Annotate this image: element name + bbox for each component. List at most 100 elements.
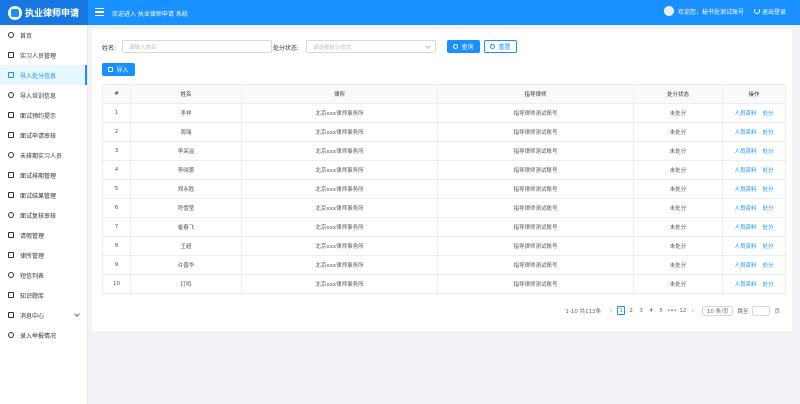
cell-firm: 北京xxx律师事务所	[241, 198, 438, 218]
sidebar-item[interactable]: 面试排期管理	[0, 165, 87, 185]
sidebar-item[interactable]: 律所管理	[0, 245, 87, 265]
cell-no: 8	[102, 236, 131, 256]
cell-name: 李晓蕾	[130, 160, 242, 180]
sidebar-item[interactable]: 面试预约提示	[0, 105, 87, 125]
reset-button-label: 重置	[498, 44, 511, 51]
sidebar-item[interactable]: 导入培训信息	[0, 85, 87, 105]
sidebar-item[interactable]: 导入处分信息	[0, 65, 87, 85]
sidebar-item[interactable]: 知识题库	[0, 285, 87, 305]
user-icon	[8, 152, 14, 158]
sidebar-item[interactable]: 未排期实习人员	[0, 145, 87, 165]
status-select[interactable]: 请选择处分状态	[306, 40, 436, 53]
cell-name: 打鸣	[130, 274, 242, 294]
jump-input[interactable]	[752, 305, 771, 316]
cell-no: 5	[102, 179, 131, 199]
logout-label: 退出登录	[761, 8, 786, 16]
logout-button[interactable]: 退出登录	[753, 7, 786, 16]
cell-actions: 人员资料 处分	[722, 217, 786, 237]
prev-page-button[interactable]: ‹	[607, 306, 615, 315]
more-pages-icon[interactable]: •••	[667, 306, 677, 315]
sidebar-item[interactable]: 短信列表	[0, 265, 87, 285]
import-icon	[8, 72, 14, 78]
search-icon	[453, 44, 459, 49]
person-info-link[interactable]: 人员资料	[734, 130, 756, 136]
search-button-label: 查询	[461, 44, 474, 51]
punish-link[interactable]: 处分	[763, 263, 774, 269]
person-info-link[interactable]: 人员资料	[734, 244, 756, 250]
next-page-button[interactable]: ›	[689, 306, 697, 315]
cell-actions: 人员资料 处分	[722, 274, 786, 294]
table-row: 10 打鸣 北京xxx律师事务所 指导律师测试账号 未处分 人员资料 处分	[102, 274, 786, 294]
cell-actions: 人员资料 处分	[722, 198, 786, 218]
person-info-link[interactable]: 人员资料	[734, 282, 756, 288]
import-button[interactable]: 导入	[102, 63, 135, 76]
cell-actions: 人员资料 处分	[722, 103, 786, 123]
table-row: 2 周瑞 北京xxx律师事务所 指导律师测试账号 未处分 人员资料 处分	[102, 122, 786, 142]
person-info-link[interactable]: 人员资料	[734, 206, 756, 212]
cell-actions: 人员资料 处分	[722, 255, 786, 275]
person-info-link[interactable]: 人员资料	[734, 111, 756, 117]
pagination: 1-10 共112条 ‹ 1 2 3 4 5 ••• 12 › 10 条/页 跳至 页	[565, 305, 780, 316]
punish-link[interactable]: 处分	[763, 130, 774, 136]
logo-icon	[8, 5, 22, 20]
report-icon	[8, 332, 14, 338]
cell-mentor: 指导律师测试账号	[437, 255, 634, 275]
main-panel: 姓名: 请输入姓名 处分状态: 请选择处分状态 查询 重置 导入 # 姓名 律所…	[92, 29, 792, 331]
punish-link[interactable]: 处分	[763, 149, 774, 155]
cell-no: 7	[102, 217, 131, 237]
page-number[interactable]: 4	[647, 306, 655, 315]
sidebar-item-label: 录入举报情况	[20, 332, 57, 340]
punish-link[interactable]: 处分	[763, 225, 774, 231]
column-header: 操作	[722, 84, 786, 104]
punish-link[interactable]: 处分	[763, 111, 774, 117]
page-number[interactable]: 5	[657, 306, 665, 315]
sidebar-item[interactable]: 实习人员管理	[0, 45, 87, 65]
page-number[interactable]: 2	[627, 306, 635, 315]
punish-link[interactable]: 处分	[763, 206, 774, 212]
reset-button[interactable]: 重置	[484, 40, 517, 53]
menu-toggle-icon[interactable]	[95, 8, 104, 16]
cell-status: 未处分	[633, 255, 723, 275]
column-header: #	[102, 84, 131, 104]
data-table: # 姓名 律所 指导律师 处分状态 操作 1 李祥 北京xxx律师事务所 指导律师测试…	[102, 84, 786, 294]
sidebar-item-label: 实习人员管理	[20, 52, 57, 60]
table-header-row: # 姓名 律所 指导律师 处分状态 操作	[102, 84, 786, 104]
page-suffix: 页	[774, 308, 780, 315]
name-input[interactable]: 请输入姓名	[122, 40, 272, 53]
brand-title: 执业律师申请	[25, 9, 80, 19]
sidebar-item[interactable]: 录入举报情况	[0, 325, 87, 345]
person-info-link[interactable]: 人员资料	[734, 149, 756, 155]
page-number[interactable]: 1	[617, 306, 626, 315]
sidebar-item[interactable]: 消息中心	[0, 305, 87, 325]
punish-link[interactable]: 处分	[763, 168, 774, 174]
home-icon	[8, 32, 14, 38]
punish-link[interactable]: 处分	[763, 187, 774, 193]
sidebar-item[interactable]: 面试结果管理	[0, 185, 87, 205]
person-info-link[interactable]: 人员资料	[734, 187, 756, 193]
person-info-link[interactable]: 人员资料	[734, 263, 756, 269]
cell-name: 崔春飞	[130, 217, 242, 237]
avatar[interactable]	[663, 6, 674, 16]
person-info-link[interactable]: 人员资料	[734, 225, 756, 231]
person-info-link[interactable]: 人员资料	[734, 168, 756, 174]
chevron-down-icon	[74, 311, 80, 317]
welcome-text: 欢迎进入 执业律师申请 系统	[112, 11, 188, 18]
cell-name: 郑永胜	[130, 179, 242, 199]
cell-no: 3	[102, 141, 131, 161]
page-size-select[interactable]: 10 条/页	[701, 305, 734, 316]
punish-link[interactable]: 处分	[763, 282, 774, 288]
cell-status: 未处分	[633, 236, 723, 256]
page-number[interactable]: 12	[679, 306, 687, 315]
cell-status: 未处分	[633, 198, 723, 218]
sidebar-item[interactable]: 面试复核审核	[0, 205, 87, 225]
cell-firm: 北京xxx律师事务所	[241, 103, 438, 123]
table-row: 3 李采溢 北京xxx律师事务所 指导律师测试账号 未处分 人员资料 处分	[102, 141, 786, 161]
search-button[interactable]: 查询	[447, 40, 480, 53]
cell-firm: 北京xxx律师事务所	[241, 122, 438, 142]
sidebar-item[interactable]: 面试申请审核	[0, 125, 87, 145]
sidebar-item[interactable]: 首页	[0, 25, 87, 45]
punish-link[interactable]: 处分	[763, 244, 774, 250]
sidebar-item[interactable]: 请假管理	[0, 225, 87, 245]
page-number[interactable]: 3	[637, 306, 645, 315]
sidebar-item-label: 面试复核审核	[20, 212, 57, 220]
